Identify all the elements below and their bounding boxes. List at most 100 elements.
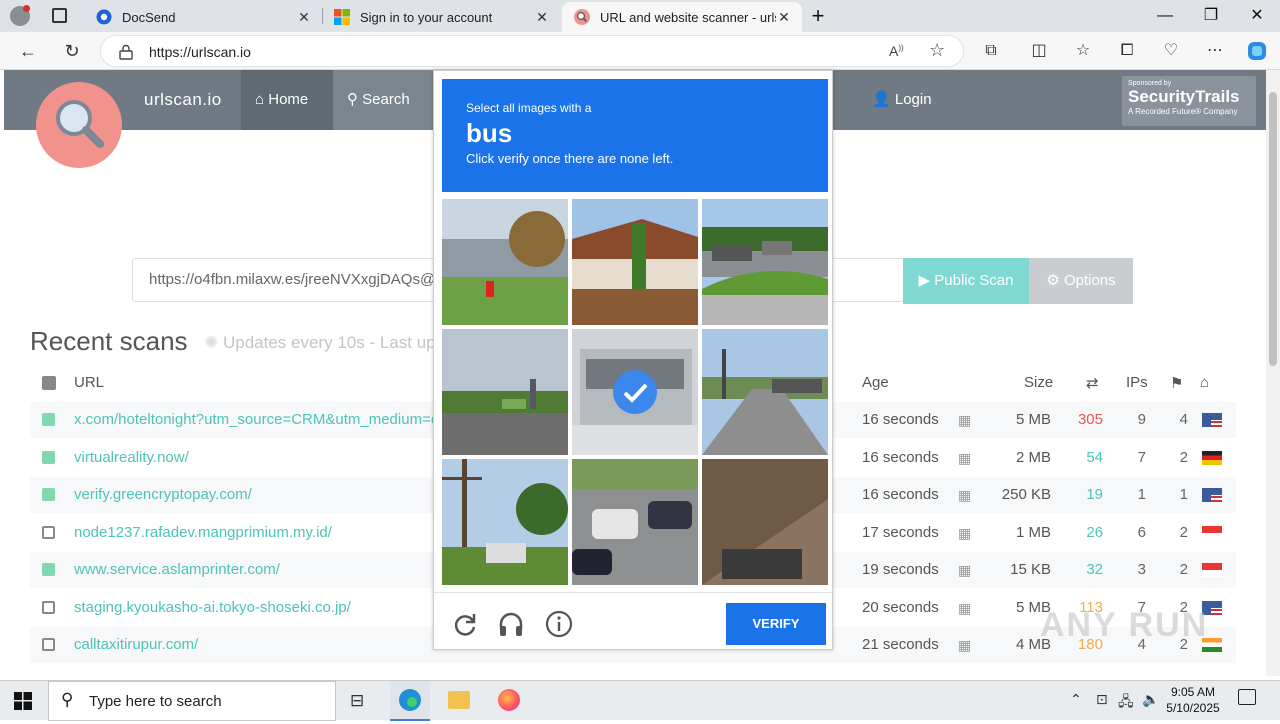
more-menu-icon[interactable]: ⋯ [1204,40,1226,62]
ethernet-icon[interactable]: 🖧 [1118,691,1134,715]
scan-age: 16 seconds [862,448,939,466]
read-aloud-icon[interactable]: A)) [889,43,904,59]
tab-microsoft[interactable]: Sign in to your account ✕ [322,2,560,32]
favorite-star-icon[interactable]: ☆ [929,40,945,61]
scan-url-link[interactable]: x.com/hoteltonight?utm_source=CRM&utm_me… [74,402,439,438]
close-icon[interactable]: ✕ [296,9,312,26]
scan-requests: 305 [1077,411,1103,428]
nav-search[interactable]: ⚲ Search [333,70,433,130]
tab-label: DocSend [122,9,176,25]
nav-label: Search [362,91,410,108]
scan-countries: 2 [1179,448,1188,466]
nav-home[interactable]: ⌂ Home [241,70,333,130]
browser-essentials-icon[interactable]: ♡ [1160,40,1182,62]
scan-countries: 4 [1179,411,1188,428]
scan-ips: 6 [1137,523,1146,541]
address-bar: ← ↻ https://urlscan.io A)) ☆ ⧉ ◫ ☆ ⧠ ♡ ⋯ [0,32,1280,70]
scan-size: 250 KB [1001,486,1051,503]
notifications-icon[interactable] [1238,689,1256,705]
headphones-icon[interactable] [496,609,526,639]
urlscan-logo[interactable] [36,82,122,168]
captcha-tile[interactable] [572,329,698,455]
scan-url-link[interactable]: virtualreality.now/ [74,440,189,476]
split-screen-icon[interactable]: ◫ [1028,40,1050,62]
close-window-icon[interactable]: ✕ [1234,4,1280,28]
sponsor-banner[interactable]: Sponsored by SecurityTrails A Recorded F… [1122,76,1256,126]
nav-label: Home [268,91,309,108]
url-field[interactable]: https://urlscan.io A)) ☆ [100,35,964,67]
scan-url-link[interactable]: calltaxitirupur.com/ [74,627,198,663]
checkmark-icon [613,370,657,414]
screenshot-icon[interactable]: ▦ [958,627,971,663]
tab-actions-icon[interactable] [52,8,67,23]
scrollbar[interactable] [1266,70,1280,676]
maximize-icon[interactable]: ❐ [1188,4,1234,28]
nav-login[interactable]: 👤 Login [858,70,932,130]
lock-icon[interactable] [119,44,133,60]
scan-url-link[interactable]: staging.kyoukasho-ai.tokyo-shoseki.co.jp… [74,590,351,626]
captcha-tile[interactable] [572,199,698,325]
favorites-icon[interactable]: ☆ [1072,40,1094,62]
size-header: Size [1024,374,1054,391]
search-icon: ⚲ [61,690,74,709]
volume-icon[interactable]: 🔈 [1142,691,1159,708]
captcha-tile[interactable] [702,329,828,455]
back-icon[interactable]: ← [14,38,42,64]
screenshot-icon[interactable]: ▦ [958,402,971,438]
captcha-tile[interactable] [442,459,568,585]
options-button[interactable]: ⚙ Options [1029,258,1133,304]
scrollbar-thumb[interactable] [1269,92,1277,366]
screenshot-icon[interactable]: ▦ [958,590,971,626]
tab-docsend[interactable]: DocSend ✕ [84,2,322,32]
captcha-tile[interactable] [572,459,698,585]
scan-countries: 1 [1179,486,1188,503]
firefox-icon[interactable] [498,689,520,711]
captcha-tile[interactable] [702,199,828,325]
recent-scans-title: Recent scans [30,326,188,356]
verify-button[interactable]: VERIFY [726,603,826,645]
network-icon[interactable]: ⊡ [1096,691,1108,708]
scan-age: 17 seconds [862,523,939,541]
screenshot-icon[interactable]: ▦ [958,440,971,476]
edge-taskbar-icon[interactable] [390,681,430,721]
captcha-tile[interactable] [442,329,568,455]
task-view-icon[interactable]: ⊟ [350,691,364,711]
extensions-icon[interactable]: ⧉ [980,40,1002,62]
country-flag-icon [1202,450,1222,465]
country-flag-icon [1202,488,1222,502]
captcha-tile[interactable] [702,459,828,585]
file-explorer-icon[interactable] [448,691,470,709]
brand-name[interactable]: urlscan.io [144,90,222,110]
minimize-icon[interactable]: — [1142,4,1188,28]
windows-start-icon[interactable] [14,692,32,710]
screenshot-icon[interactable]: ▦ [958,515,971,551]
tab-urlscan[interactable]: URL and website scanner - urlscan ✕ [562,2,802,32]
new-tab-icon[interactable]: + [800,4,836,28]
public-scan-button[interactable]: ▶ Public Scan [903,258,1029,304]
url-text: https://urlscan.io [149,44,251,60]
scan-url-link[interactable]: www.service.aslamprinter.com/ [74,552,280,588]
info-icon[interactable] [544,609,574,639]
scan-ips: 7 [1137,448,1146,466]
scan-size: 1 MB [1015,523,1051,541]
taskbar-search[interactable]: ⚲ Type here to search [48,681,336,721]
reload-icon[interactable] [450,609,480,639]
captcha-tile[interactable] [442,199,568,325]
collections-icon[interactable]: ⧠ [1116,40,1138,62]
screenshot-icon[interactable]: ▦ [958,552,971,588]
close-icon[interactable]: ✕ [776,9,792,26]
urlscan-icon [574,9,590,25]
show-hidden-icons[interactable]: ⌃ [1070,691,1082,708]
scan-url-link[interactable]: verify.greencryptopay.com/ [74,477,252,513]
system-clock[interactable]: 9:05 AM 5/10/2025 [1158,684,1228,716]
refresh-icon[interactable]: ↻ [58,38,86,64]
user-icon: 👤 [872,91,891,108]
captcha-instruction: Select all images with a [466,101,592,115]
scan-url-link[interactable]: node1237.rafadev.mangprimium.my.id/ [74,515,332,551]
scan-ips: 1 [1137,486,1146,503]
close-icon[interactable]: ✕ [534,9,550,26]
copilot-icon[interactable] [1246,40,1268,62]
profile-icon[interactable] [10,5,30,26]
screenshot-icon[interactable]: ▦ [958,477,971,513]
lock-status-icon [42,563,55,576]
